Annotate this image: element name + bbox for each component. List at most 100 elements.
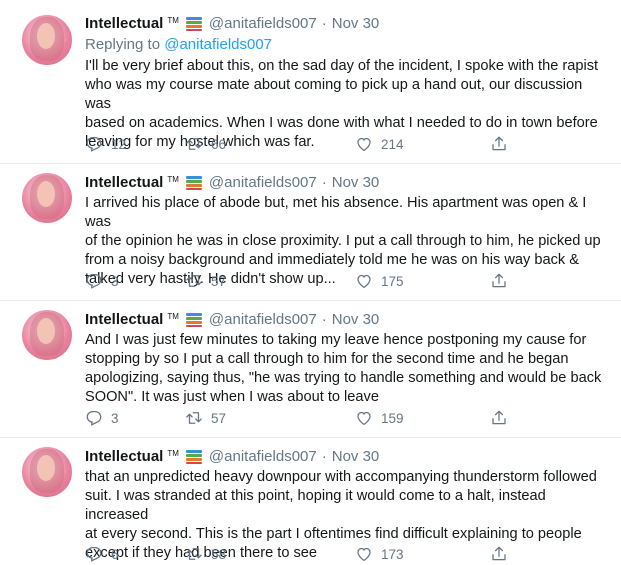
reply-icon [86,410,102,426]
tweet-header: Intellectual TM @anitafields007 · Nov 30 [85,446,379,466]
share-icon [492,136,506,151]
reply-button[interactable]: 3 [85,272,119,290]
heart-icon [357,274,371,289]
tweet-text-line: that an unpredicted heavy downpour with … [85,469,597,485]
tweet-text-line: from a noisy background and immediately … [85,252,579,268]
trademark-symbol: TM [167,15,179,25]
share-icon [492,546,506,561]
tweet-text-line: at every second. This is the part I ofte… [85,526,582,542]
share-button[interactable] [490,272,516,290]
share-icon [492,410,506,425]
user-handle[interactable]: @anitafields007 [209,311,317,328]
replying-label: Replying to [85,36,161,53]
retweet-button[interactable]: 58 [185,545,226,563]
share-button[interactable] [490,409,516,427]
books-emoji-icon [185,175,203,190]
separator-dot: · [321,173,327,191]
share-icon [492,273,506,288]
heart-icon [357,547,371,562]
like-count: 173 [381,546,404,562]
avatar[interactable] [22,173,72,223]
separator-dot: · [321,447,327,465]
timestamp[interactable]: Nov 30 [332,15,380,32]
heart-icon [357,137,371,152]
reply-icon [86,273,102,289]
retweet-count: 58 [211,546,227,562]
tweet-header: Intellectual TM @anitafields007 · Nov 30 [85,172,379,192]
reply-icon [86,136,102,152]
share-button[interactable] [490,135,516,153]
retweet-count: 66 [211,136,227,152]
user-handle[interactable]: @anitafields007 [209,174,317,191]
tweet-text-line: stopping by so I put a call through to h… [85,351,569,367]
tweet[interactable]: Intellectual TM @anitafields007 · Nov 30… [0,301,621,438]
tweet-text-line: I'll be very brief about this, on the sa… [85,58,599,74]
reply-button[interactable]: 12 [85,135,126,153]
like-count: 159 [381,410,404,426]
reply-count: 3 [111,410,119,426]
retweet-button[interactable]: 66 [185,135,226,153]
tweet-text-line: I arrived his place of abode but, met hi… [85,195,587,230]
tweet[interactable]: Intellectual TM @anitafields007 · Nov 30… [0,438,621,565]
trademark-symbol: TM [167,311,179,321]
tweet-text-line: of the opinion he was in close proximity… [85,233,601,249]
timestamp[interactable]: Nov 30 [332,311,380,328]
retweet-button[interactable]: 57 [185,272,226,290]
retweet-icon [186,548,202,560]
replying-to: Replying to @anitafields007 [85,36,272,53]
books-emoji-icon [185,312,203,327]
tweet[interactable]: Intellectual TM @anitafields007 · Nov 30… [0,0,621,164]
like-button[interactable]: 173 [355,545,404,563]
retweet-count: 57 [211,410,227,426]
tweet-text-line: And I was just few minutes to taking my … [85,332,587,348]
tweet-header: Intellectual TM @anitafields007 · Nov 30 [85,13,379,33]
trademark-symbol: TM [167,448,179,458]
books-emoji-icon [185,449,203,464]
tweet-text-line: SOON". It was just when I was about to l… [85,389,379,405]
tweet-actions: 12 66 214 [85,135,515,155]
tweet[interactable]: Intellectual TM @anitafields007 · Nov 30… [0,164,621,301]
like-count: 175 [381,273,404,289]
retweet-button[interactable]: 57 [185,409,226,427]
like-count: 214 [381,136,404,152]
display-name[interactable]: Intellectual [85,448,163,465]
user-handle[interactable]: @anitafields007 [209,448,317,465]
trademark-symbol: TM [167,174,179,184]
books-emoji-icon [185,16,203,31]
tweet-text-line: based on academics. When I was done with… [85,115,598,131]
avatar[interactable] [22,15,72,65]
display-name[interactable]: Intellectual [85,15,163,32]
tweet-text-line: who was my course mate about coming to p… [85,77,583,112]
tweet-actions: 3 57 175 [85,272,515,292]
like-button[interactable]: 175 [355,272,404,290]
like-button[interactable]: 159 [355,409,404,427]
reply-count: 12 [111,136,127,152]
retweet-icon [186,138,202,150]
tweet-actions: 3 57 159 [85,409,515,429]
display-name[interactable]: Intellectual [85,311,163,328]
heart-icon [357,411,371,426]
tweet-text-line: suit. I was stranded at this point, hopi… [85,488,546,523]
tweet-text-line: apologizing, saying thus, "he was trying… [85,370,602,386]
retweet-icon [186,412,202,424]
tweet-text: And I was just few minutes to taking my … [85,331,605,407]
timestamp[interactable]: Nov 30 [332,174,380,191]
separator-dot: · [321,310,327,328]
user-handle[interactable]: @anitafields007 [209,15,317,32]
reply-count: 6 [111,546,119,562]
reply-count: 3 [111,273,119,289]
display-name[interactable]: Intellectual [85,174,163,191]
retweet-icon [186,275,202,287]
reply-button[interactable]: 3 [85,409,119,427]
avatar[interactable] [22,310,72,360]
share-button[interactable] [490,545,516,563]
reply-button[interactable]: 6 [85,545,119,563]
tweet-actions: 6 58 173 [85,545,515,565]
timestamp[interactable]: Nov 30 [332,448,380,465]
reply-icon [86,546,102,562]
separator-dot: · [321,14,327,32]
avatar[interactable] [22,447,72,497]
retweet-count: 57 [211,273,227,289]
like-button[interactable]: 214 [355,135,404,153]
replying-handle-link[interactable]: @anitafields007 [164,36,272,53]
